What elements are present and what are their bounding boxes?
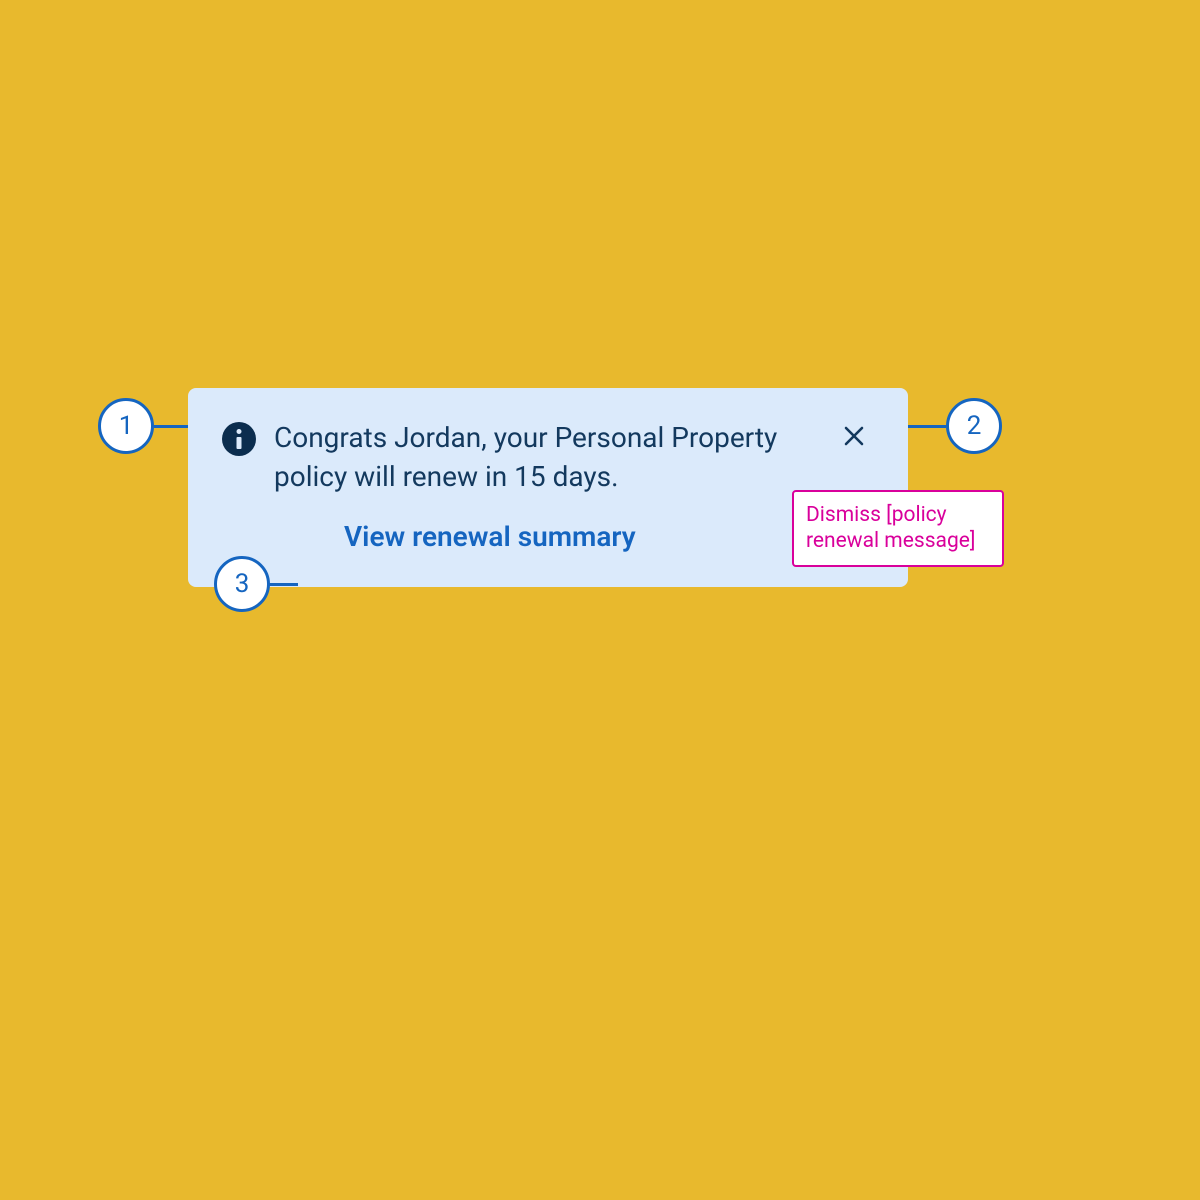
info-icon [222,422,256,456]
view-renewal-summary-link[interactable]: View renewal summary [344,520,636,553]
notification-message: Congrats Jordan, your Personal Property … [274,418,834,496]
annotation-3-circle: 3 [214,556,270,612]
annotation-1-circle: 1 [98,398,154,454]
notification-top-row: Congrats Jordan, your Personal Property … [222,418,874,496]
annotation-2-circle: 2 [946,398,1002,454]
close-button[interactable] [834,416,874,456]
diagram-stage: Congrats Jordan, your Personal Property … [0,0,1200,1200]
dismiss-tooltip: Dismiss [policy renewal message] [792,490,1004,567]
annotation-1-connector [154,425,188,428]
close-icon [842,424,866,448]
annotation-2-connector [908,425,946,428]
annotation-3-connector [268,583,298,586]
